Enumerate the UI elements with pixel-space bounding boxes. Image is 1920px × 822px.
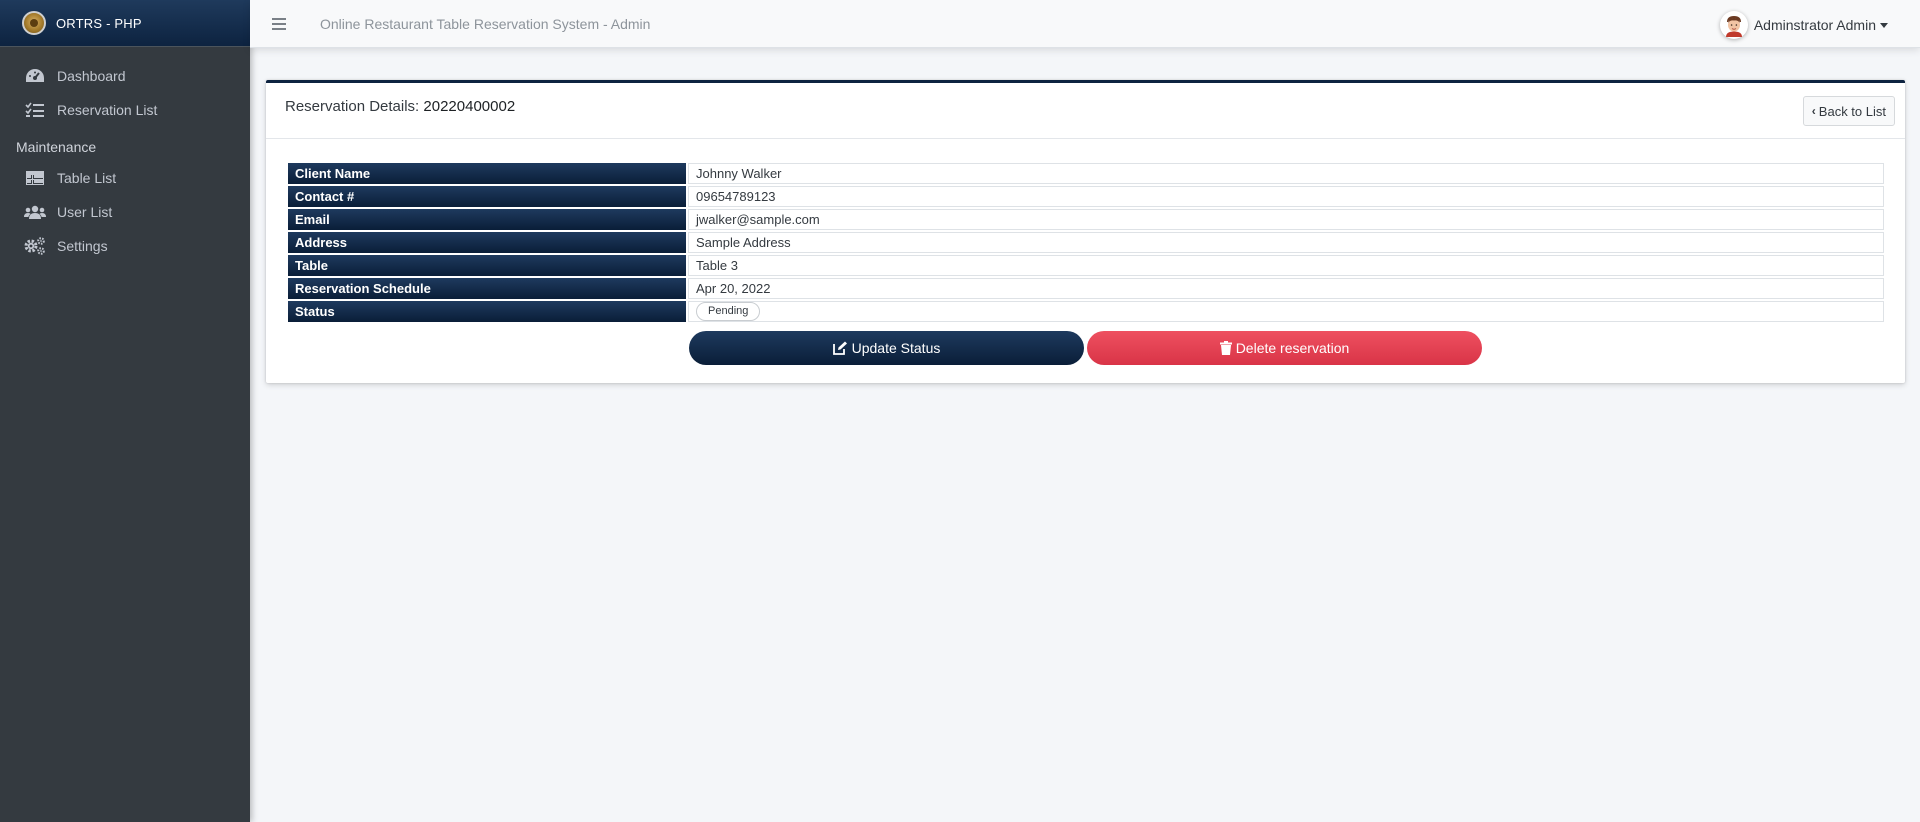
- detail-label: Client Name: [288, 163, 686, 184]
- cogs-icon: [24, 236, 46, 256]
- brand-text: ORTRS - PHP: [56, 15, 142, 31]
- detail-value: Johnny Walker: [688, 163, 1884, 184]
- detail-label: Table: [288, 255, 686, 276]
- sidebar-nav: Dashboard Reservation List Maintenance T…: [0, 47, 250, 263]
- sidebar-item-dashboard[interactable]: Dashboard: [0, 59, 250, 93]
- reservation-details-card: Reservation Details: 20220400002 ‹ Back …: [266, 80, 1905, 383]
- detail-label: Status: [288, 301, 686, 322]
- edit-icon: [832, 341, 848, 355]
- detail-value: 09654789123: [688, 186, 1884, 207]
- detail-value: Table 3: [688, 255, 1884, 276]
- table-row: Address Sample Address: [288, 232, 1884, 253]
- update-status-label: Update Status: [851, 340, 941, 356]
- table-row: Email jwalker@sample.com: [288, 209, 1884, 230]
- table-row: Client Name Johnny Walker: [288, 163, 1884, 184]
- delete-reservation-button[interactable]: Delete reservation: [1087, 331, 1482, 365]
- update-status-button[interactable]: Update Status: [689, 331, 1084, 365]
- nav-header-maintenance: Maintenance: [16, 139, 97, 155]
- detail-value: Pending: [688, 301, 1884, 322]
- table-row: Reservation Schedule Apr 20, 2022: [288, 278, 1884, 299]
- sidebar-item-label: Reservation List: [57, 102, 158, 118]
- sidebar-item-user-list[interactable]: User List: [0, 195, 250, 229]
- sidebar-item-label: User List: [57, 204, 113, 220]
- status-badge: Pending: [696, 302, 761, 321]
- caret-down-icon: [1880, 22, 1888, 28]
- sidebar-item-label: Settings: [57, 238, 108, 254]
- detail-label: Email: [288, 209, 686, 230]
- sidebar-item-settings[interactable]: Settings: [0, 229, 250, 263]
- sidebar-item-label: Dashboard: [57, 68, 126, 84]
- user-dropdown[interactable]: Adminstrator Admin: [1719, 11, 1888, 39]
- detail-label: Reservation Schedule: [288, 278, 686, 299]
- chevron-left-icon: ‹: [1811, 104, 1816, 118]
- reservation-code: 20220400002: [423, 98, 516, 115]
- card-header: Reservation Details: 20220400002 ‹ Back …: [266, 83, 1905, 139]
- main-sidebar: ORTRS - PHP Dashboard Reservation List M…: [0, 0, 250, 822]
- sidebar-item-table-list[interactable]: Table List: [0, 161, 250, 195]
- title-prefix: Reservation Details:: [285, 98, 420, 115]
- tasks-list-icon: [24, 100, 46, 120]
- detail-value: Sample Address: [688, 232, 1884, 253]
- back-to-list-button[interactable]: ‹ Back to List: [1802, 96, 1895, 126]
- top-navbar: Online Restaurant Table Reservation Syst…: [250, 0, 1920, 48]
- page-title: Reservation Details: 20220400002: [285, 98, 515, 115]
- users-icon: [24, 202, 46, 222]
- system-title: Online Restaurant Table Reservation Syst…: [320, 15, 651, 32]
- menu-toggle-icon[interactable]: [272, 17, 286, 30]
- table-row: Status Pending: [288, 301, 1884, 322]
- detail-value: Apr 20, 2022: [688, 278, 1884, 299]
- detail-value: jwalker@sample.com: [688, 209, 1884, 230]
- table-row: Table Table 3: [288, 255, 1884, 276]
- sidebar-item-reservation-list[interactable]: Reservation List: [0, 93, 250, 127]
- sidebar-item-label: Table List: [57, 170, 117, 186]
- brand-link[interactable]: ORTRS - PHP: [0, 0, 250, 47]
- back-to-list-label: Back to List: [1818, 103, 1886, 119]
- brand-logo: [22, 11, 46, 35]
- table-icon: [24, 168, 46, 188]
- table-row: Contact # 09654789123: [288, 186, 1884, 207]
- detail-label: Contact #: [288, 186, 686, 207]
- delete-reservation-label: Delete reservation: [1235, 340, 1350, 356]
- user-name: Adminstrator Admin: [1753, 17, 1876, 33]
- detail-label: Address: [288, 232, 686, 253]
- avatar: [1719, 11, 1748, 39]
- tachometer-icon: [24, 66, 46, 86]
- trash-icon: [1219, 341, 1232, 355]
- details-table: Client Name Johnny Walker Contact # 0965…: [286, 161, 1886, 324]
